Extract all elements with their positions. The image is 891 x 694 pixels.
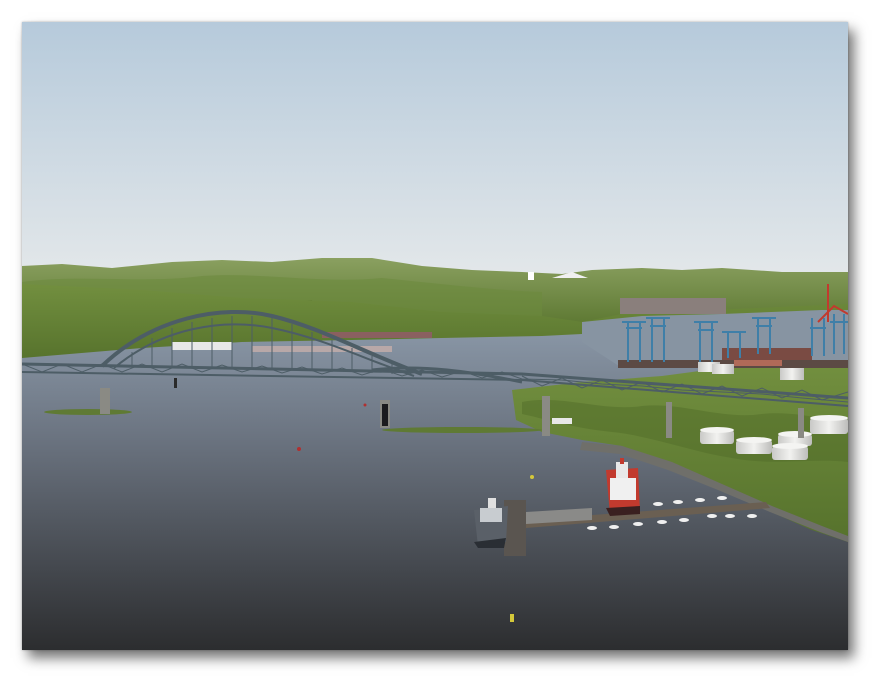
islet-left [44,409,132,415]
shore-building [552,418,572,424]
pier-shadow [382,404,388,426]
far-port-yard [620,298,726,314]
harbor-scene [22,22,848,650]
sky [22,22,848,282]
far-vessel [172,342,232,350]
pier-shed [252,346,392,352]
far-building [528,272,534,280]
viewport [22,22,848,650]
container-stacks [722,348,812,360]
islet-center [382,427,542,433]
